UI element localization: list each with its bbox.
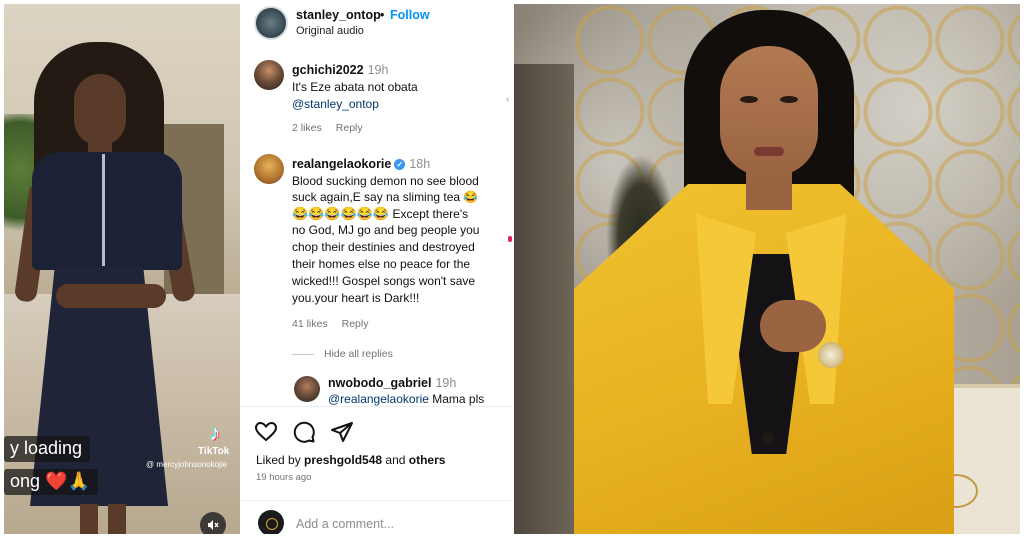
woman-hands (56, 284, 166, 308)
comment-text-line: suck again,E say na sliming tea 😂 (292, 190, 479, 204)
comment-text-line: chop their destinies and destroyed (292, 240, 475, 254)
woman-face (74, 74, 126, 146)
gold-watch (818, 342, 844, 368)
comment-text: It's Eze abata not obata (292, 80, 418, 94)
comment-text-fragment: Except there's (389, 207, 469, 221)
share-icon[interactable] (330, 420, 354, 444)
avatar-current-user (258, 510, 284, 534)
navy-dress-top (32, 152, 182, 270)
woman-neck (746, 170, 792, 210)
heart-icon[interactable] (254, 420, 278, 444)
avatar-nwobodo-gabriel[interactable] (294, 376, 320, 402)
comment-icon[interactable] (292, 420, 316, 444)
woman-lips (754, 147, 784, 156)
reply-username-text[interactable]: nwobodo_gabriel (328, 376, 431, 390)
comment-reply-button[interactable]: Reply (336, 122, 363, 134)
woman-hand (760, 300, 826, 352)
liked-by-others[interactable]: others (409, 453, 446, 467)
woman-eye-left (740, 96, 758, 103)
comment-meta: 41 likes Reply (292, 318, 382, 330)
comment-time: 19h (367, 63, 389, 77)
scroll-edge-marker (508, 236, 512, 242)
audio-subtitle[interactable]: Original audio (296, 25, 364, 37)
add-comment-input[interactable]: Add a comment... (296, 517, 394, 531)
hide-replies-button[interactable]: Hide all replies (324, 348, 393, 360)
action-bar-divider (240, 406, 512, 407)
comment-time: 18h (409, 157, 431, 171)
comment-text-line: their homes else no peace for the (292, 257, 471, 271)
tiktok-watermark: TikTok (198, 446, 230, 457)
post-author-username[interactable]: stanley_ontop (296, 8, 381, 22)
video-caption-line2: ong ❤️🙏 (4, 469, 98, 495)
woman-face (720, 46, 818, 176)
comment-meta: 2 likes Reply (292, 122, 377, 134)
comment-username[interactable]: gchichi2022 19h (292, 63, 388, 77)
avatar-gchichi2022[interactable] (254, 60, 284, 90)
separator-dot: • (380, 8, 385, 22)
emoji-row: 😂😂😂😂😂😂 (292, 206, 390, 221)
comment-likes[interactable]: 2 likes (292, 122, 322, 134)
tiktok-video-frame[interactable]: y loading ong ❤️🙏 ♪ TikTok @ mercyjohnso… (4, 4, 240, 534)
liked-by-mid: and (382, 453, 409, 467)
reply-time: 19h (435, 376, 457, 390)
comment-text-line: Blood sucking demon no see blood (292, 174, 479, 188)
comment-mention[interactable]: @stanley_ontop (292, 97, 379, 112)
comment-reply-button[interactable]: Reply (342, 318, 369, 330)
comment-username-text[interactable]: gchichi2022 (292, 63, 364, 77)
liked-by-line: Liked by preshgold548 and others (256, 453, 445, 467)
tiktok-icon: ♪ (209, 420, 221, 445)
reply-text: @realangelaokorie Mama pls (328, 392, 484, 407)
comment-text-line: no God, MJ go and beg people you (292, 223, 480, 237)
post-age: 19 hours ago (256, 472, 312, 483)
reply-username[interactable]: nwobodo_gabriel 19h (328, 376, 456, 390)
dress-zipper (102, 154, 105, 266)
comment-username[interactable]: realangelaokorie ✓ 18h (292, 157, 430, 171)
comment-text-line: you.your heart is Dark!!! (292, 291, 420, 305)
liked-by-user[interactable]: preshgold548 (304, 453, 382, 467)
woman-eye-right (780, 96, 798, 103)
comment-box-divider (240, 500, 512, 501)
mute-icon[interactable] (200, 512, 226, 534)
replies-divider-line (292, 354, 314, 355)
tiktok-handle: @ mercyjohnsonokojie (146, 460, 228, 469)
blazer-button (762, 432, 774, 444)
comment-text-line: 😂😂😂😂😂😂 Except there's (292, 206, 468, 222)
liked-by-prefix: Liked by (256, 453, 305, 467)
woman-leg-left (80, 504, 98, 534)
verified-icon: ✓ (394, 159, 406, 170)
video-caption-line1: y loading (4, 436, 91, 462)
follow-button[interactable]: Follow (390, 8, 430, 22)
comment-username-text[interactable]: realangelaokorie (292, 157, 391, 171)
instagram-comments-panel: stanley_ontop • Follow Original audio gc… (240, 4, 512, 534)
reply-text-fragment: Mama pls (428, 392, 485, 406)
dark-doorway (514, 64, 574, 534)
comment-likes[interactable]: 41 likes (292, 318, 328, 330)
woman-leg-right (108, 504, 126, 534)
avatar-stanley-ontop[interactable] (254, 6, 288, 40)
reply-mention[interactable]: @realangelaokorie (328, 392, 429, 406)
portrait-photo (514, 4, 1020, 534)
avatar-realangelaokorie[interactable] (254, 154, 284, 184)
comment-text-line: wicked!!! Gospel songs won't save (292, 274, 476, 288)
scroll-edge-icon: ‹ (506, 94, 510, 105)
